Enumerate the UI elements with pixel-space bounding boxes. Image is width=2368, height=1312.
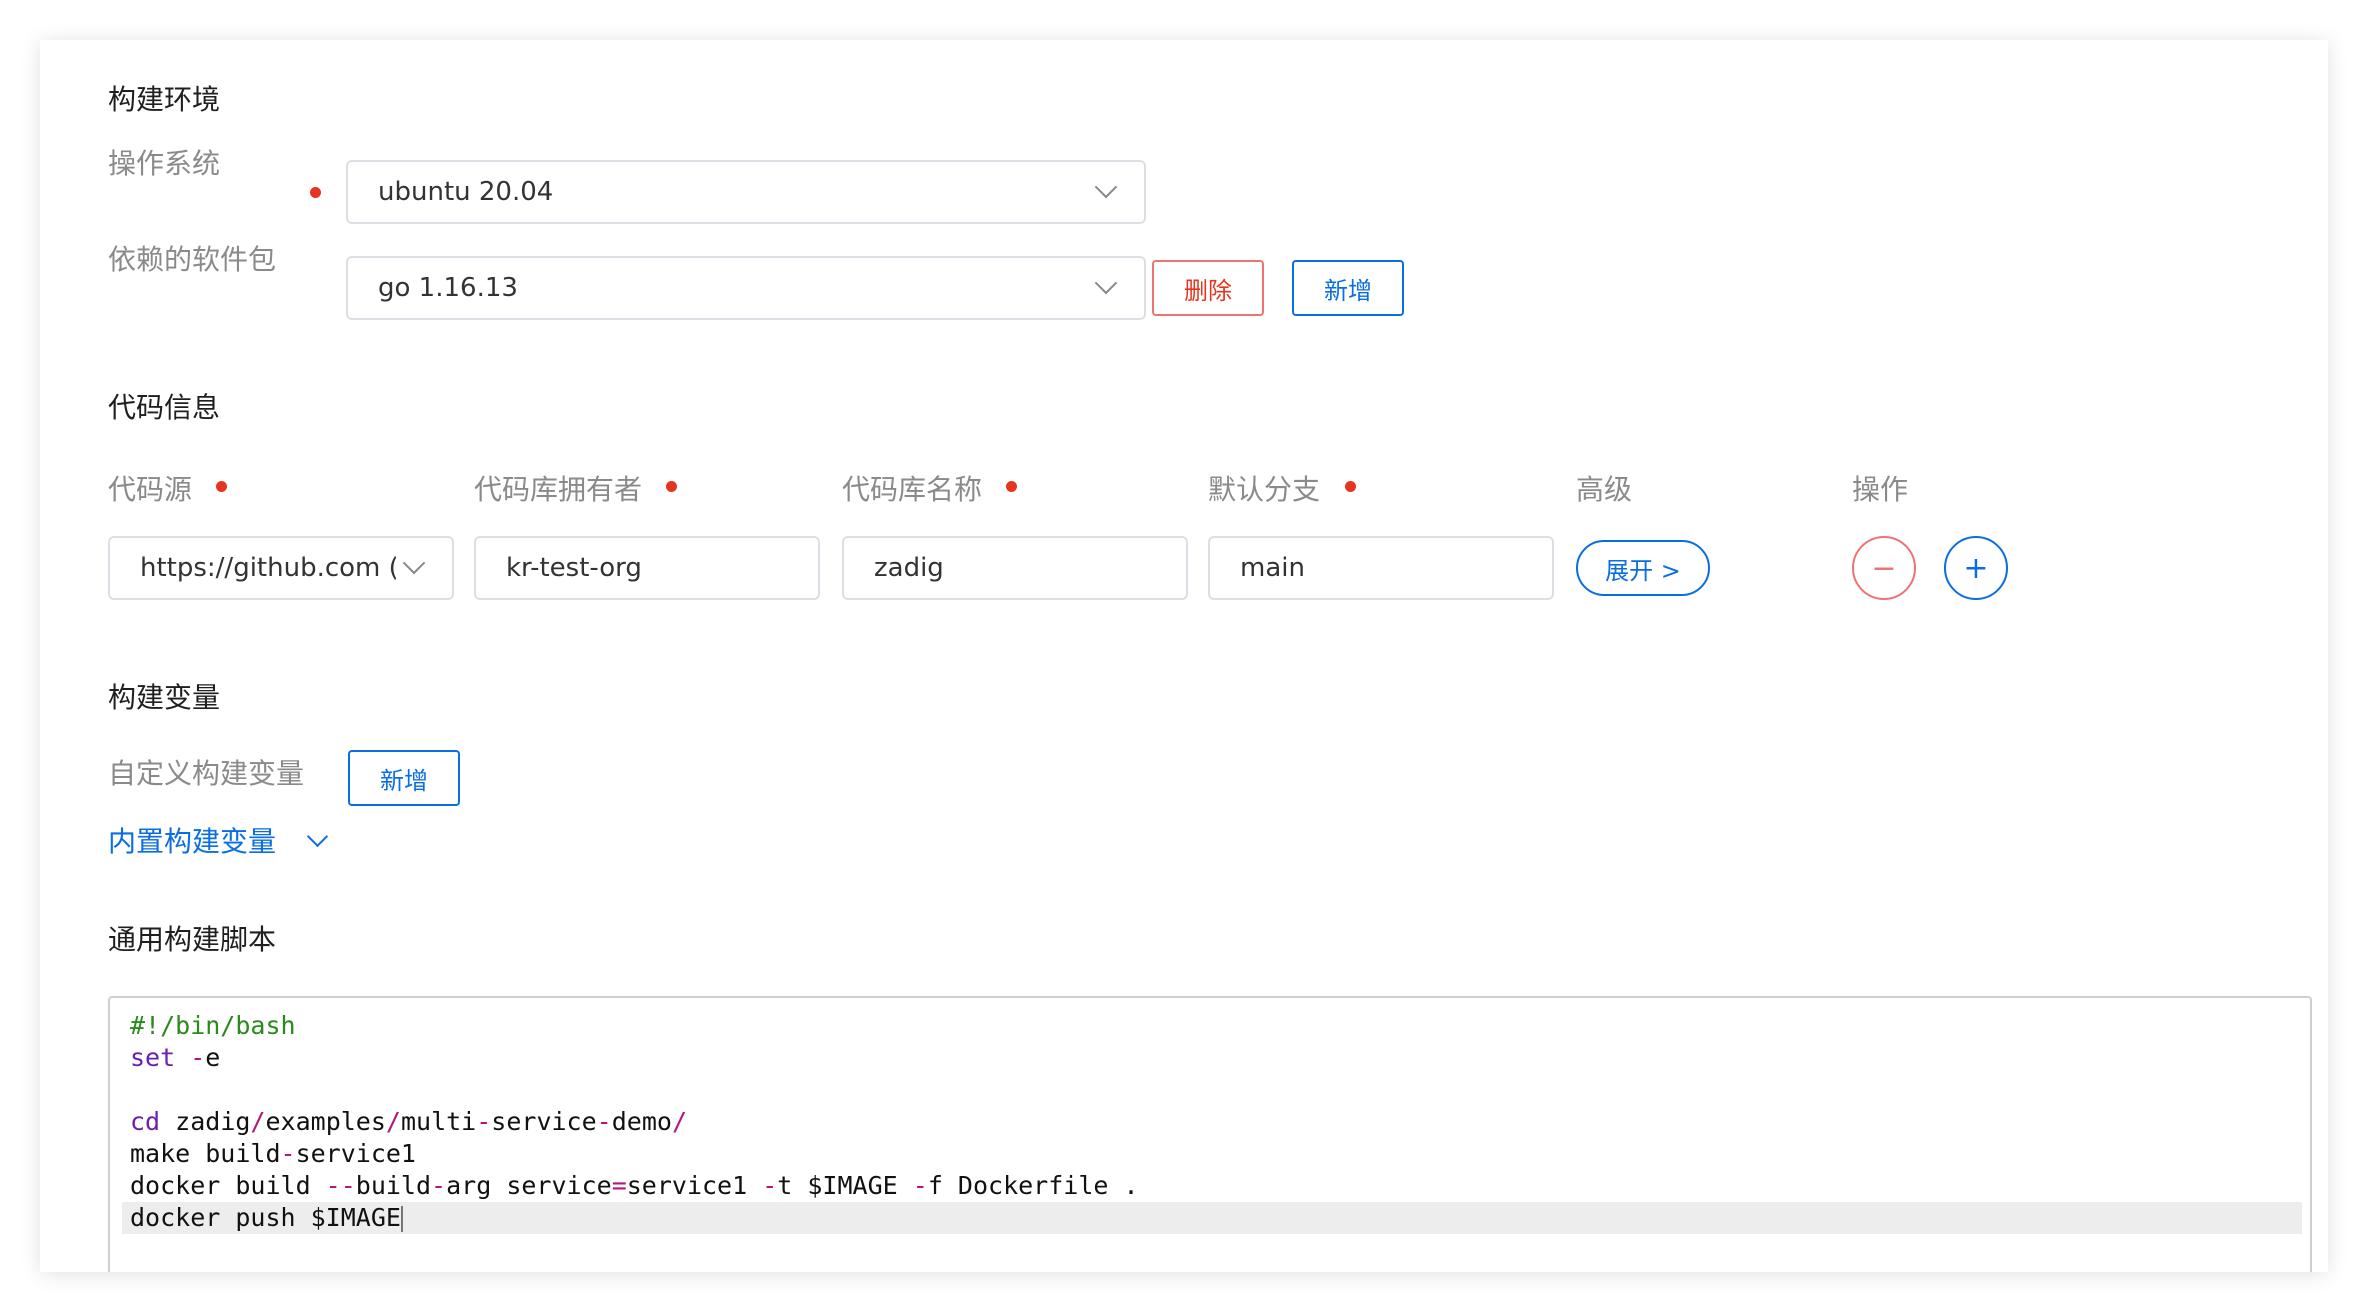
os-label: 操作系统 (108, 147, 221, 180)
minus-icon: − (1871, 550, 1897, 586)
code-line-active: docker push $IMAGE (122, 1202, 2302, 1234)
header-advanced: 高级 (1576, 473, 1633, 506)
default-branch-input[interactable]: main (1208, 536, 1554, 600)
plus-icon: + (1963, 550, 1989, 586)
chevron-down-icon (1094, 175, 1118, 199)
repo-owner-value: kr-test-org (506, 553, 642, 583)
required-dot (1006, 481, 1017, 492)
text-cursor (400, 1206, 403, 1232)
expand-advanced-button[interactable]: 展开 > (1576, 540, 1710, 596)
repo-name-value: zadig (874, 553, 944, 583)
chevron-down-icon (402, 551, 426, 575)
deps-select[interactable]: go 1.16.13 (346, 256, 1146, 320)
header-source: 代码源 (108, 473, 193, 506)
chevron-down-icon (306, 825, 329, 847)
remove-repo-button[interactable]: − (1852, 536, 1916, 600)
required-dot (666, 481, 677, 492)
deps-label: 依赖的软件包 (108, 243, 277, 276)
delete-dependency-button[interactable]: 删除 (1152, 260, 1264, 316)
repo-name-input[interactable]: zadig (842, 536, 1188, 600)
header-action: 操作 (1852, 473, 1909, 506)
builtin-vars-toggle[interactable]: 内置构建变量 (108, 820, 329, 860)
code-line: make build-service1 (130, 1139, 416, 1168)
section-title-code-info: 代码信息 (108, 391, 221, 424)
code-line: set -e (130, 1043, 221, 1072)
code-source-value: https://github.com (kr (140, 553, 396, 583)
deps-select-value: go 1.16.13 (378, 273, 518, 303)
chevron-down-icon (1094, 271, 1118, 295)
os-select[interactable]: ubuntu 20.04 (346, 160, 1146, 224)
required-dot (310, 187, 321, 198)
header-branch: 默认分支 (1208, 473, 1321, 506)
repo-owner-input[interactable]: kr-test-org (474, 536, 820, 600)
custom-vars-label: 自定义构建变量 (108, 757, 305, 790)
add-dependency-button[interactable]: 新增 (1292, 260, 1404, 316)
code-line: #!/bin/bash (130, 1011, 296, 1040)
section-title-build-env: 构建环境 (108, 83, 221, 116)
default-branch-value: main (1240, 553, 1305, 583)
code-line: docker build --build-arg service=service… (130, 1171, 1139, 1200)
add-custom-var-button[interactable]: 新增 (348, 750, 460, 806)
os-select-value: ubuntu 20.04 (378, 177, 554, 207)
header-owner: 代码库拥有者 (474, 473, 643, 506)
header-repo: 代码库名称 (842, 473, 983, 506)
code-line: cd zadig/examples/multi-service-demo/ (130, 1107, 687, 1136)
required-dot (1345, 481, 1356, 492)
script-editor[interactable]: #!/bin/bash set -e cd zadig/examples/mul… (108, 996, 2312, 1272)
code-source-select[interactable]: https://github.com (kr (108, 536, 454, 600)
section-title-script: 通用构建脚本 (108, 923, 277, 956)
required-dot (216, 481, 227, 492)
section-title-build-vars: 构建变量 (108, 681, 221, 714)
build-config-card: 构建环境 操作系统 ubuntu 20.04 依赖的软件包 go 1.16.13… (40, 40, 2328, 1272)
builtin-vars-label: 内置构建变量 (108, 825, 277, 858)
add-repo-button[interactable]: + (1944, 536, 2008, 600)
